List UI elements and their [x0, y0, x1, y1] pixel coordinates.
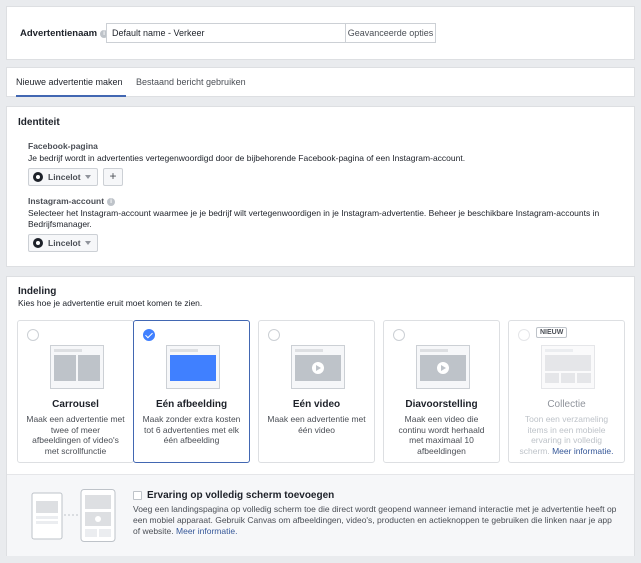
canvas-title: Ervaring op volledig scherm toevoegen: [147, 490, 335, 501]
collection-title: Collectie: [547, 399, 586, 410]
ad-name-input[interactable]: [107, 24, 345, 42]
carousel-description: Maak een advertentie met twee of meer af…: [26, 414, 125, 456]
format-option-collection[interactable]: NIEUW Collectie Toon een verzameling ite…: [508, 320, 625, 463]
radio-single-image[interactable]: [143, 329, 155, 341]
instagram-account-select[interactable]: Lincelot: [28, 234, 98, 252]
single-image-title: Eén afbeelding: [155, 399, 228, 410]
facebook-page-select[interactable]: Lincelot: [28, 168, 98, 186]
single-image-description: Maak zonder extra kosten tot 6 advertent…: [142, 414, 241, 445]
carousel-preview-icon: [50, 345, 104, 389]
radio-slideshow[interactable]: [393, 329, 405, 341]
canvas-checkbox[interactable]: [133, 491, 142, 500]
identity-panel: Identiteit Facebook-pagina Je bedrijf wo…: [6, 106, 635, 267]
tab-existing-post[interactable]: Bestaand bericht gebruiken: [136, 68, 246, 97]
radio-carousel[interactable]: [27, 329, 39, 341]
canvas-illustration-icon: [31, 489, 116, 542]
ad-name-field: Geavanceerde opties: [106, 23, 436, 43]
instagram-account-label: Instagram-account i: [28, 196, 116, 206]
slideshow-title: Diavoorstelling: [405, 399, 478, 410]
collection-preview-icon: [541, 345, 595, 389]
radio-collection[interactable]: [518, 329, 530, 341]
creative-tabs: Nieuwe advertentie maken Bestaand berich…: [6, 67, 635, 97]
collection-description: Toon een verzameling items in een mobiel…: [519, 414, 614, 456]
format-option-carousel[interactable]: Carrousel Maak een advertentie met twee …: [17, 320, 134, 463]
instagram-account-description: Selecteer het Instagram-account waarmee …: [28, 208, 600, 229]
single-image-preview-icon: [166, 345, 220, 389]
slideshow-preview-icon: [416, 345, 470, 389]
video-preview-icon: [291, 345, 345, 389]
account-avatar: [33, 238, 43, 248]
canvas-section: Ervaring op volledig scherm toevoegen Vo…: [7, 474, 634, 556]
facebook-page-description: Je bedrijf wordt in advertenties vertege…: [28, 153, 466, 163]
chevron-down-icon: [84, 241, 91, 245]
ad-name-label: Advertentienaam i: [20, 28, 109, 39]
single-video-description: Maak een advertentie met één video: [267, 414, 366, 435]
format-option-single-video[interactable]: Eén video Maak een advertentie met één v…: [258, 320, 375, 463]
carousel-title: Carrousel: [52, 399, 99, 410]
facebook-page-label: Facebook-pagina: [28, 141, 98, 151]
chevron-down-icon: [84, 175, 91, 179]
advanced-options-button[interactable]: Geavanceerde opties: [345, 24, 435, 42]
format-title: Indeling: [18, 286, 57, 297]
new-badge: NIEUW: [536, 327, 568, 338]
format-option-single-image[interactable]: Eén afbeelding Maak zonder extra kosten …: [133, 320, 250, 463]
slideshow-description: Maak een video die continu wordt herhaal…: [398, 414, 485, 456]
identity-title: Identiteit: [18, 117, 60, 128]
add-page-button[interactable]: +: [103, 168, 123, 186]
collection-more-info-link[interactable]: Meer informatie.: [552, 446, 613, 456]
info-icon[interactable]: i: [107, 198, 116, 206]
tab-new-ad[interactable]: Nieuwe advertentie maken: [16, 68, 126, 97]
page-avatar: [33, 172, 43, 182]
ad-name-panel: Advertentienaami Geavanceerde opties: [6, 6, 635, 60]
canvas-description: Voeg een landingspagina op volledig sche…: [133, 504, 617, 536]
single-video-title: Eén video: [292, 399, 341, 410]
canvas-more-info-link[interactable]: Meer informatie.: [176, 526, 237, 536]
radio-single-video[interactable]: [268, 329, 280, 341]
format-panel: Indeling Kies hoe je advertentie eruit m…: [6, 276, 635, 556]
format-option-slideshow[interactable]: Diavoorstelling Maak een video die conti…: [383, 320, 500, 463]
format-subtitle: Kies hoe je advertentie eruit moet komen…: [18, 298, 203, 308]
